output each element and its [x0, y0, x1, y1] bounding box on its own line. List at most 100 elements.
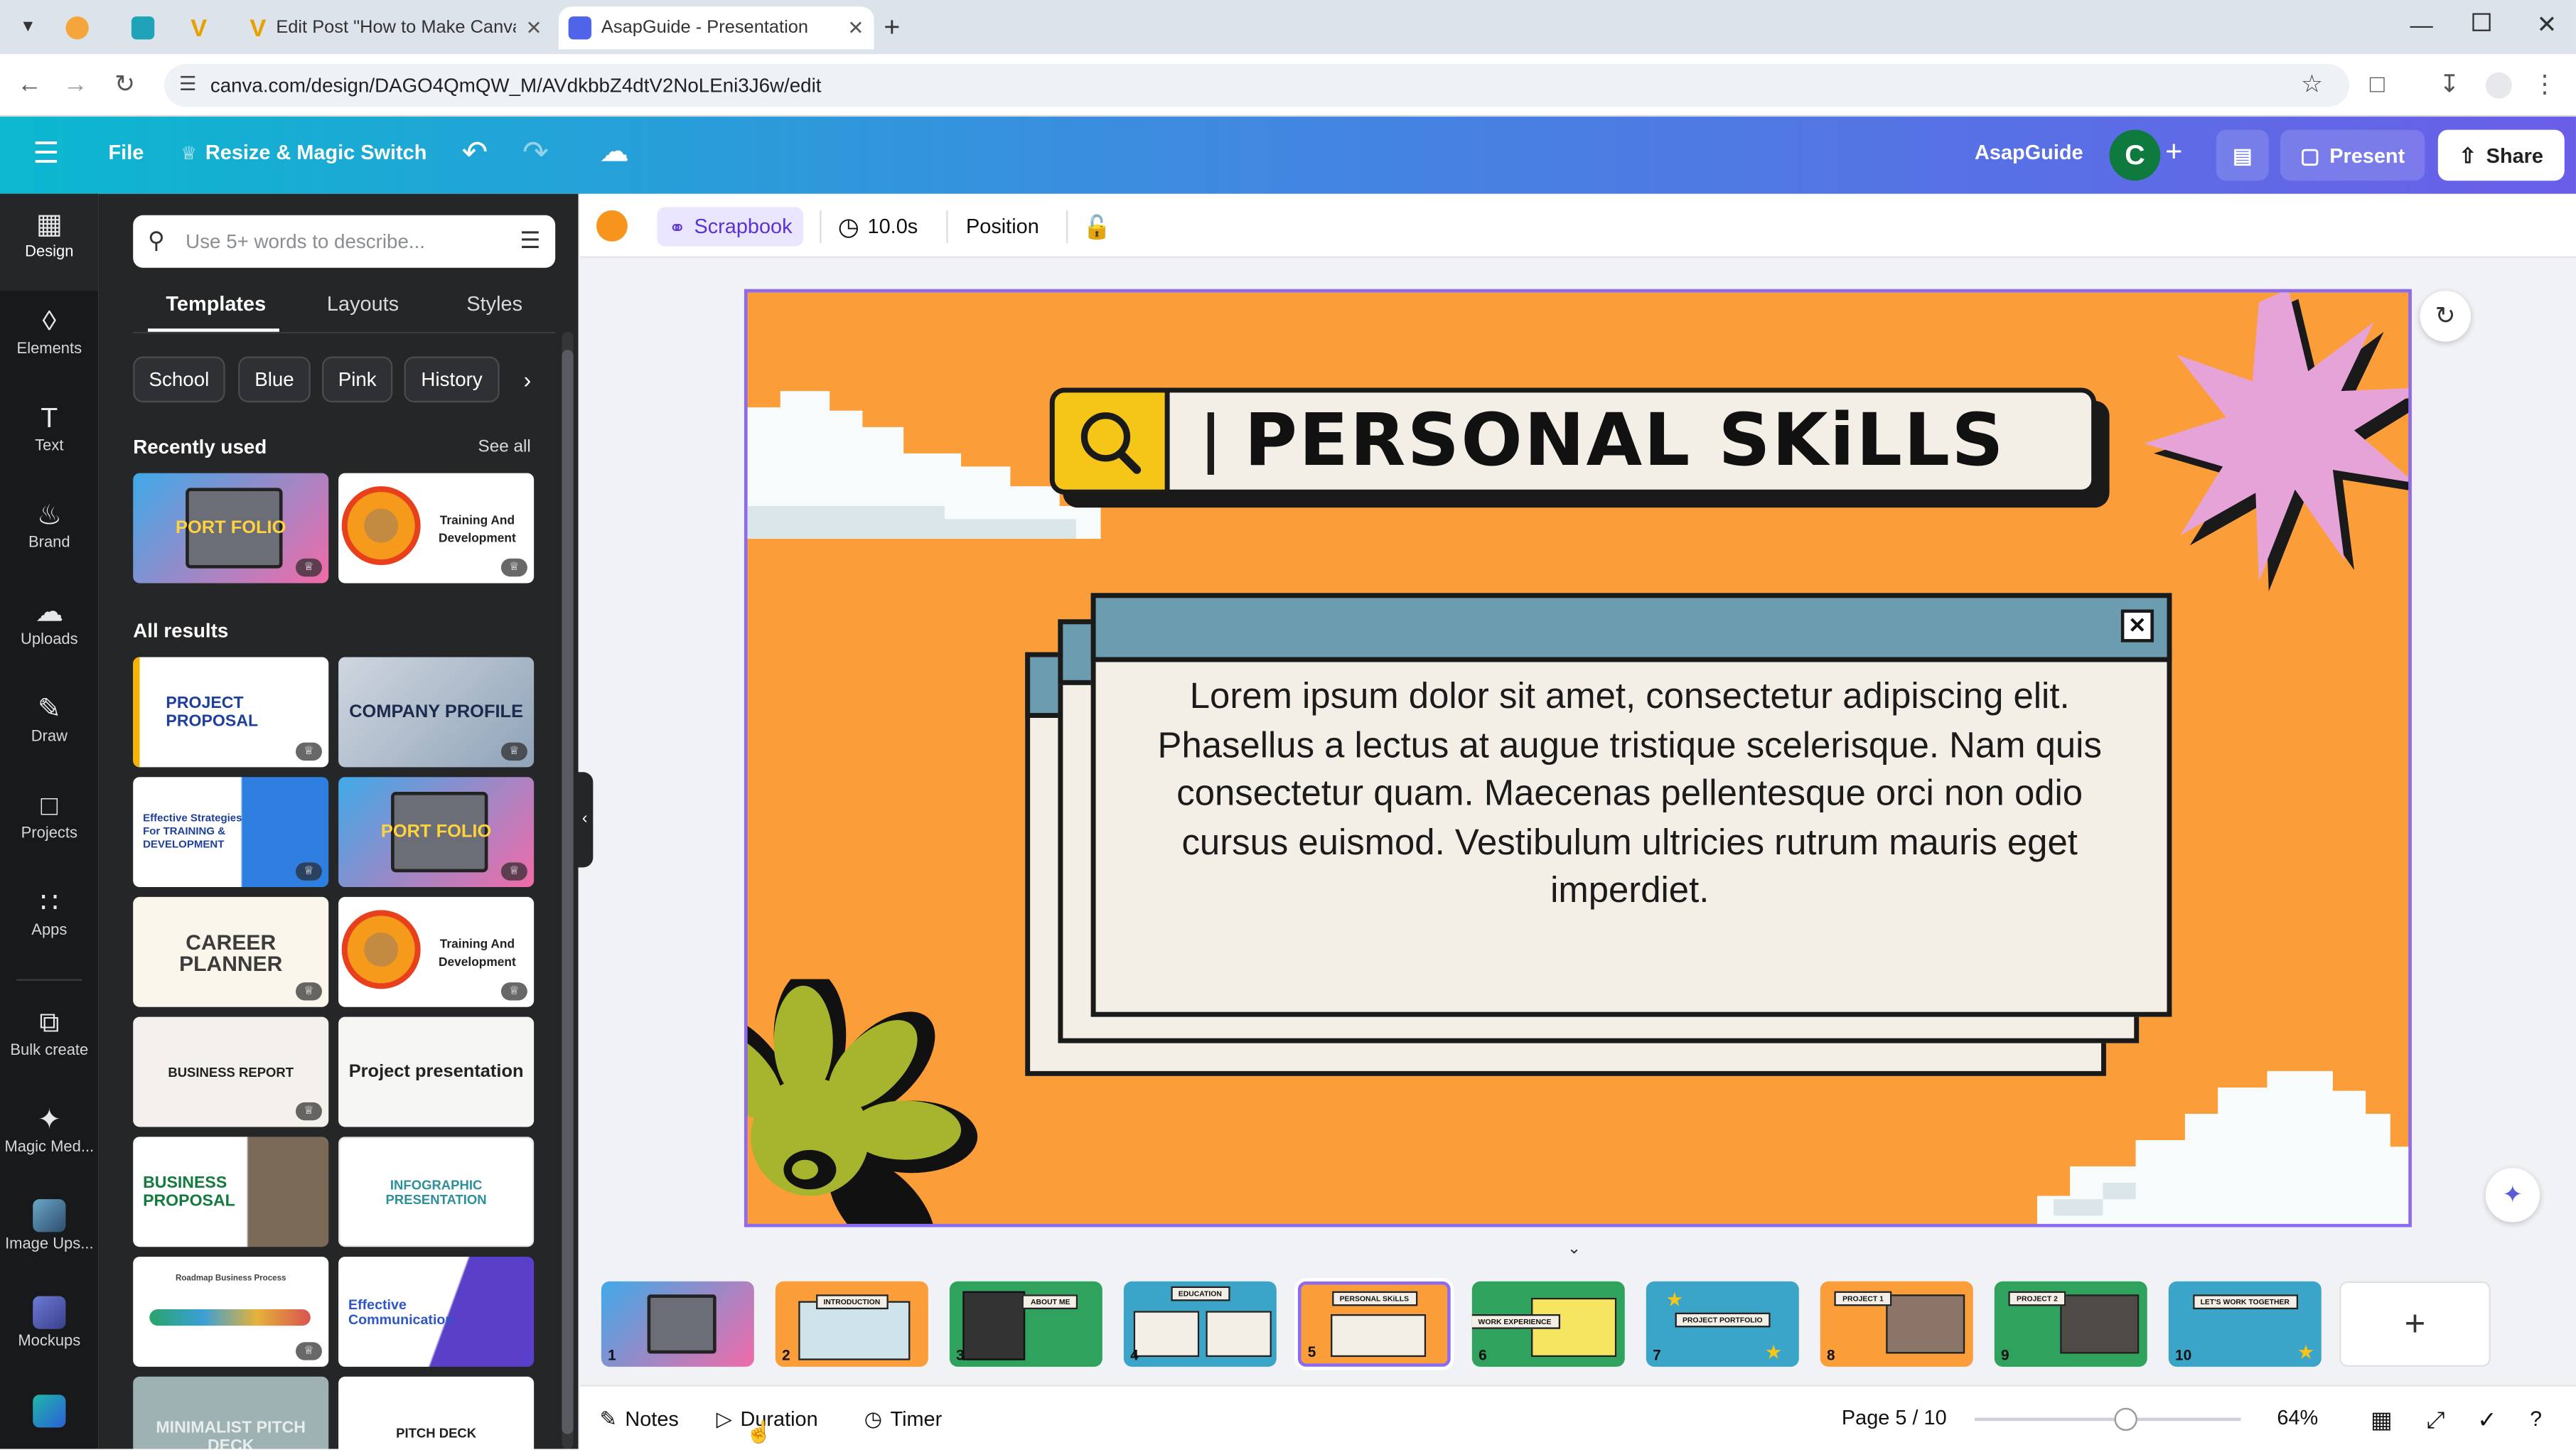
rail-item-design[interactable]: ▦ Design	[0, 193, 99, 291]
refresh-design-button[interactable]: ↻	[2420, 291, 2472, 342]
template-thumb-result[interactable]: Training And Development ♕	[338, 896, 535, 1007]
close-tab-icon[interactable]: ✕	[847, 16, 864, 39]
browser-menu-icon[interactable]: ⋮	[2530, 70, 2560, 100]
notes-button[interactable]: ✎ Notes	[600, 1406, 679, 1432]
position-button[interactable]: Position	[966, 207, 1039, 246]
address-bar[interactable]: ☰ canva.com/design/DAGO4QmQW_M/AVdkbbZ4d…	[164, 64, 2350, 107]
zoom-slider-thumb[interactable]	[2114, 1407, 2137, 1432]
page-thumb-6[interactable]: 6 WORK EXPERIENCE	[1471, 1281, 1625, 1367]
lock-icon[interactable]: 🔓	[1083, 207, 1111, 246]
invite-plus-icon[interactable]: +	[2165, 135, 2182, 170]
cloud-save-icon[interactable]: ☁	[600, 135, 630, 170]
zoom-slider-track[interactable]	[1975, 1417, 2241, 1422]
present-button[interactable]: ▢ Present	[2280, 129, 2425, 181]
panel-scrollbar-thumb[interactable]	[562, 350, 574, 1434]
help-icon[interactable]: ?	[2530, 1406, 2542, 1431]
extensions-icon[interactable]: □	[2363, 70, 2393, 100]
browser-tab-edit-post[interactable]: V Edit Post "How to Make Canva ✕	[240, 6, 552, 49]
forward-icon[interactable]: →	[61, 70, 91, 100]
magic-assistant-button[interactable]: ✦	[2485, 1168, 2540, 1223]
template-thumb-result[interactable]: BUSINESS PROPOSAL	[133, 1137, 329, 1247]
chips-next-button[interactable]: ›	[511, 357, 544, 403]
rail-item-projects[interactable]: □ Projects	[0, 775, 99, 871]
share-button[interactable]: ⇧ Share	[2437, 129, 2565, 181]
page-thumb-5-selected[interactable]: 5 PERSONAL SKiLLS	[1294, 1278, 1454, 1370]
collapse-panel-handle[interactable]: ‹	[576, 772, 594, 868]
rail-item-text[interactable]: T Text	[0, 387, 99, 483]
page-thumb-10[interactable]: ★ 10 LET'S WORK TOGETHER	[2168, 1281, 2322, 1367]
template-thumb-result[interactable]: BUSINESS REPORT ♕	[133, 1016, 329, 1127]
filter-chip-history[interactable]: History	[404, 356, 500, 403]
rail-item-elements[interactable]: ◊ Elements	[0, 291, 99, 386]
reload-icon[interactable]: ↻	[110, 70, 140, 100]
template-thumb-result[interactable]: PORT FOLIO ♕	[338, 777, 535, 888]
resize-magic-switch-button[interactable]: Resize & Magic Switch	[205, 141, 426, 164]
template-thumb-recent-training[interactable]: Training And Development ♕	[338, 473, 535, 584]
collapse-filmstrip-icon[interactable]: ⌄	[1567, 1240, 1581, 1258]
browser-tab-asapguide[interactable]: AsapGuide - Presentation ✕	[558, 6, 874, 50]
rail-item-mockups[interactable]: Mockups	[0, 1283, 99, 1378]
title-search-bar[interactable]: PERSONAL SKiLLS	[1049, 387, 2110, 508]
slide-canvas[interactable]: PERSONAL SKiLLS ✕ Lorem ipsum dolor sit …	[744, 289, 2412, 1228]
page-thumb-8[interactable]: 8 PROJECT 1	[1820, 1281, 1973, 1367]
timer-button[interactable]: ◷ Timer	[864, 1406, 943, 1432]
rail-item-draw[interactable]: ✎ Draw	[0, 679, 99, 774]
duration-button[interactable]: ◷ 10.0s	[838, 207, 918, 246]
grid-view-icon[interactable]: ▦	[2371, 1406, 2393, 1434]
close-window-icon[interactable]: ✕	[2536, 10, 2557, 39]
site-info-icon[interactable]: ☰	[179, 72, 197, 95]
download-icon[interactable]: ↧	[2435, 70, 2464, 100]
page-thumb-7[interactable]: ★ ★ 7 PROJECT PORTFOLIO	[1646, 1281, 1799, 1367]
page-indicator[interactable]: Page 5 / 10	[1842, 1406, 1947, 1429]
redo-icon[interactable]: ↷	[522, 135, 549, 173]
rail-item-apps[interactable]: ∷ Apps	[0, 872, 99, 967]
file-menu[interactable]: File	[109, 141, 144, 164]
template-thumb-recent-portfolio[interactable]: PORT FOLIO ♕	[133, 473, 329, 584]
template-thumb-result[interactable]: Effective Communication	[338, 1257, 535, 1367]
browser-tab-3[interactable]: V	[181, 6, 240, 49]
main-menu-icon[interactable]: ☰	[33, 136, 59, 171]
template-thumb-result[interactable]: CAREER PLANNER ♕	[133, 896, 329, 1007]
browser-tab-2[interactable]	[122, 6, 181, 49]
restore-icon[interactable]	[2472, 13, 2491, 31]
zoom-value[interactable]: 64%	[2277, 1406, 2318, 1429]
page-thumb-3[interactable]: 3 ABOUT ME	[949, 1281, 1102, 1367]
tab-layouts[interactable]: Layouts	[327, 292, 399, 315]
template-thumb-result[interactable]: Effective Strategies For TRAINING & DEVE…	[133, 777, 329, 888]
slide-body-text[interactable]: Lorem ipsum dolor sit amet, consectetur …	[1153, 672, 2105, 914]
template-thumb-result[interactable]: PITCH DECK	[338, 1376, 535, 1449]
rail-item-image-upscaler[interactable]: Image Ups...	[0, 1186, 99, 1282]
filter-chip-school[interactable]: School	[133, 356, 225, 403]
template-thumb-result[interactable]: Project presentation	[338, 1016, 535, 1127]
template-thumb-result[interactable]: PROJECT PROPOSAL ♕	[133, 657, 329, 768]
app-icon[interactable]	[33, 1395, 66, 1428]
rail-item-bulk-create[interactable]: ⧉ Bulk create	[0, 992, 99, 1088]
fullscreen-icon[interactable]: ⤢	[2427, 1406, 2445, 1434]
rail-item-magic-media[interactable]: ✦ Magic Med...	[0, 1089, 99, 1184]
page-thumb-1[interactable]: 1	[601, 1281, 754, 1367]
undo-icon[interactable]: ↶	[461, 135, 488, 173]
window-close-icon[interactable]: ✕	[2120, 609, 2154, 643]
profile-avatar-icon[interactable]	[2485, 72, 2512, 99]
rail-item-brand[interactable]: ♨ Brand	[0, 485, 99, 580]
back-icon[interactable]: ←	[15, 70, 45, 100]
check-circle-icon[interactable]: ✓	[2477, 1406, 2496, 1434]
user-avatar[interactable]: C	[2109, 129, 2161, 181]
bookmark-star-icon[interactable]: ☆	[2301, 69, 2323, 98]
tab-templates[interactable]: Templates	[166, 292, 266, 315]
insights-button[interactable]: ▤	[2216, 129, 2269, 181]
template-thumb-result[interactable]: INFOGRAPHIC PRESENTATION	[338, 1137, 535, 1247]
filter-chip-pink[interactable]: Pink	[321, 356, 393, 403]
page-thumb-4[interactable]: 4 EDUCATION	[1123, 1281, 1277, 1367]
filter-icon[interactable]: ☰	[520, 227, 540, 254]
retro-window[interactable]: ✕ Lorem ipsum dolor sit amet, consectetu…	[1025, 593, 2172, 1076]
see-all-link[interactable]: See all	[478, 437, 531, 457]
slide-title[interactable]: PERSONAL SKiLLS	[1223, 402, 2027, 481]
template-search-input[interactable]: ⚲ Use 5+ words to describe... ☰	[133, 215, 556, 268]
template-thumb-result[interactable]: MINIMALIST PITCH DECK	[133, 1376, 329, 1449]
rail-item-uploads[interactable]: ☁ Uploads	[0, 581, 99, 677]
close-tab-icon[interactable]: ✕	[525, 16, 542, 39]
template-thumb-result[interactable]: Roadmap Business Process ♕	[133, 1257, 329, 1367]
page-thumb-2[interactable]: 2 INTRODUCTION	[775, 1281, 928, 1367]
page-thumb-9[interactable]: 9 PROJECT 2	[1994, 1281, 2147, 1367]
